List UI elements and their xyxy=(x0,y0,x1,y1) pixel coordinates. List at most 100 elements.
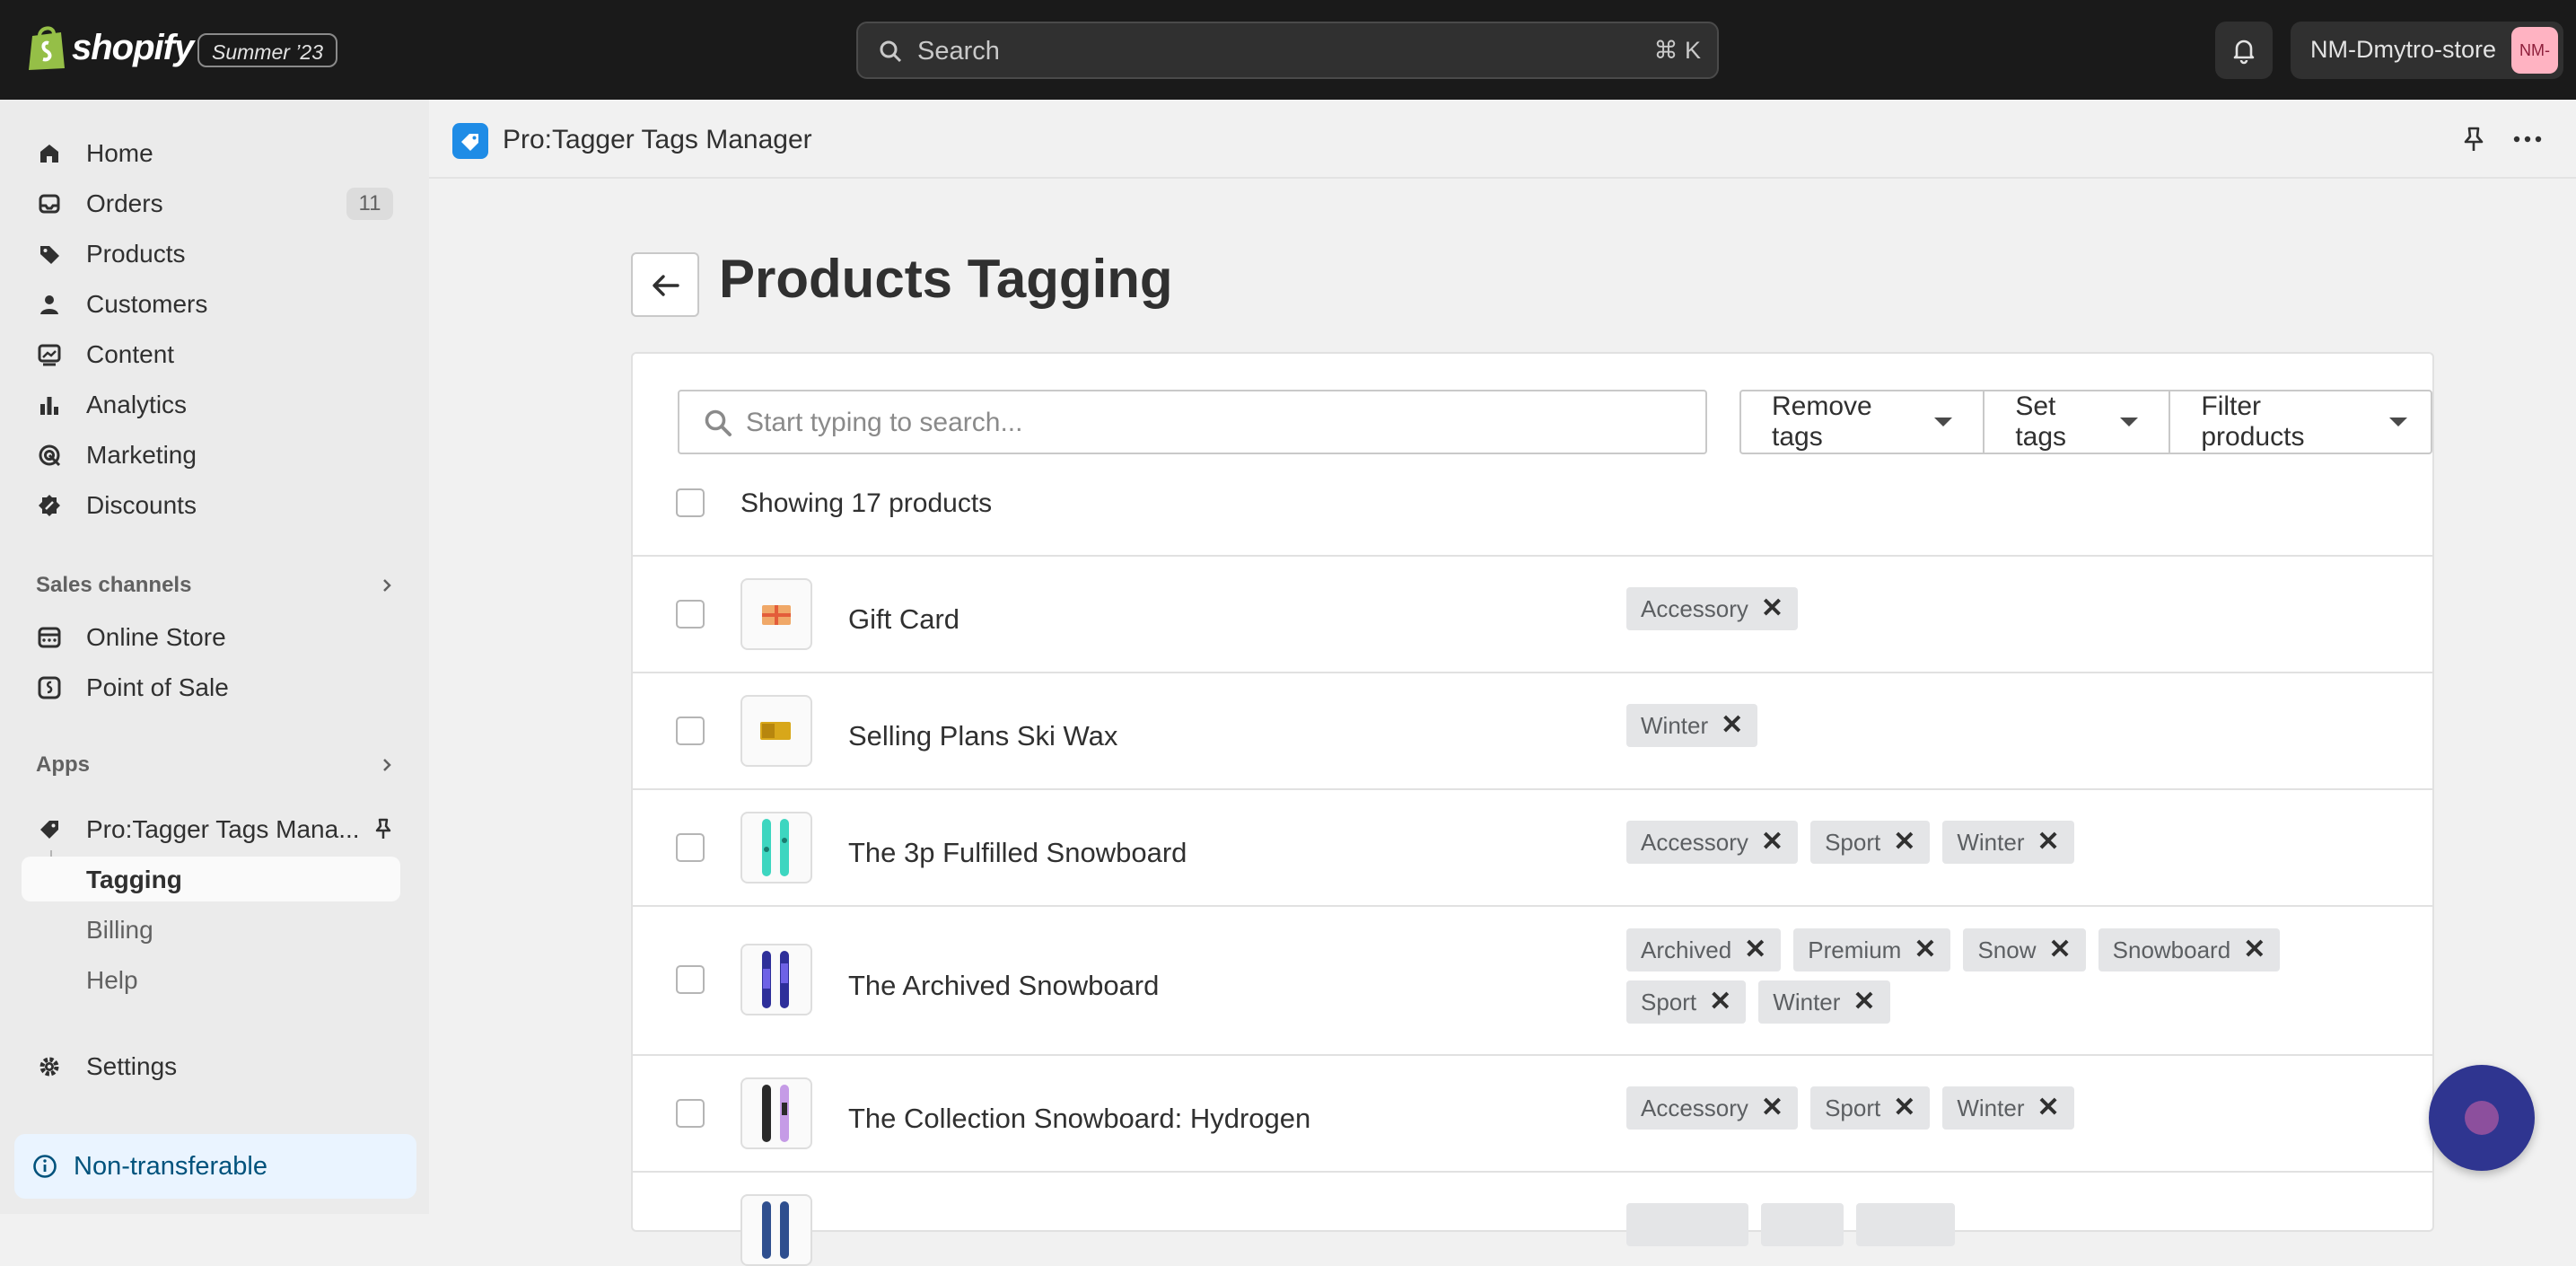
sidebar-item-point-of-sale[interactable]: Point of Sale xyxy=(22,664,400,709)
close-icon[interactable]: ✕ xyxy=(2049,936,2072,963)
close-icon[interactable]: ✕ xyxy=(1721,712,1743,739)
tag-label: Accessory xyxy=(1641,828,1748,856)
close-icon[interactable]: ✕ xyxy=(1893,1095,1915,1121)
chat-button[interactable] xyxy=(2429,1065,2535,1171)
product-thumbnail xyxy=(740,812,812,884)
row-checkbox[interactable] xyxy=(676,1099,705,1128)
sales-channels-heading[interactable]: Sales channels xyxy=(36,573,191,598)
global-search[interactable]: Search ⌘ K xyxy=(856,22,1719,79)
close-icon[interactable]: ✕ xyxy=(2243,936,2265,963)
avatar: NM- xyxy=(2511,27,2558,74)
tag-icon xyxy=(40,246,59,264)
pin-icon[interactable] xyxy=(2459,125,2488,154)
tag-label: Sport xyxy=(1825,1094,1881,1121)
tag-chip: Sport ✕ xyxy=(1810,821,1931,864)
tag-chip: Snow ✕ xyxy=(1963,928,2086,971)
tag-chip: Winter ✕ xyxy=(1758,980,1890,1024)
tag-chip xyxy=(1856,1203,1955,1246)
product-name[interactable]: The 3p Fulfilled Snowboard xyxy=(848,837,1187,869)
sidebar-item-customers[interactable]: Customers xyxy=(22,281,400,326)
close-icon[interactable]: ✕ xyxy=(1914,936,1936,963)
row-checkbox[interactable] xyxy=(676,600,705,629)
chevron-right-icon[interactable] xyxy=(379,757,395,773)
product-tags: Winter ✕ xyxy=(1626,704,2398,747)
back-button[interactable] xyxy=(631,252,699,317)
tag-chip: Accessory ✕ xyxy=(1626,587,1799,630)
close-icon[interactable]: ✕ xyxy=(1761,1095,1783,1121)
remove-tags-label: Remove tags xyxy=(1772,391,1872,452)
sidebar-item-label: Settings xyxy=(86,1052,178,1080)
product-search-field[interactable] xyxy=(678,390,1707,454)
close-icon[interactable]: ✕ xyxy=(1709,989,1731,1015)
tag-label: Winter xyxy=(1957,1094,2025,1121)
sidebar-item-label: Point of Sale xyxy=(86,673,229,701)
row-checkbox[interactable] xyxy=(676,833,705,862)
sidebar-item-help[interactable]: Help xyxy=(22,957,400,1002)
filter-products-button[interactable]: Filter products xyxy=(2169,391,2431,453)
product-name[interactable]: The Archived Snowboard xyxy=(848,970,1159,1002)
sidebar-item-tagging[interactable]: Tagging xyxy=(22,857,400,901)
info-icon xyxy=(33,1155,57,1178)
tag-label: Snowboard xyxy=(2112,936,2231,963)
select-all-checkbox[interactable] xyxy=(676,488,705,517)
remove-tags-button[interactable]: Remove tags xyxy=(1741,391,1983,453)
bar-chart-icon xyxy=(40,397,58,415)
sidebar-item-settings[interactable]: Settings xyxy=(22,1043,400,1088)
sidebar-item-discounts[interactable]: Discounts xyxy=(22,482,400,527)
set-tags-button[interactable]: Set tags xyxy=(1983,391,2169,453)
close-icon[interactable]: ✕ xyxy=(1853,989,1875,1015)
sidebar-item-label: Customers xyxy=(86,290,208,318)
sidebar-item-products[interactable]: Products xyxy=(22,231,400,276)
sidebar-item-marketing[interactable]: Marketing xyxy=(22,432,400,477)
store-menu-button[interactable]: NM-Dmytro-store NM- xyxy=(2291,22,2563,79)
sidebar-item-online-store[interactable]: Online Store xyxy=(22,614,400,659)
tag-chip: Winter ✕ xyxy=(1626,704,1758,747)
apps-heading[interactable]: Apps xyxy=(36,752,90,778)
chevron-right-icon[interactable] xyxy=(379,577,395,593)
close-icon[interactable]: ✕ xyxy=(1761,595,1783,622)
sidebar-item-pro-tagger[interactable]: Pro:Tagger Tags Mana... xyxy=(22,806,400,851)
sidebar-item-billing[interactable]: Billing xyxy=(22,907,400,952)
product-tags: Accessory ✕ Sport ✕ Winter ✕ xyxy=(1626,1086,2398,1130)
sidebar-item-label: Analytics xyxy=(86,391,188,418)
edition-badge[interactable]: Summer ’23 xyxy=(197,33,337,67)
pos-icon xyxy=(38,676,61,699)
tag-chip xyxy=(1626,1203,1748,1246)
sidebar-item-home[interactable]: Home xyxy=(22,130,400,175)
close-icon[interactable]: ✕ xyxy=(1761,829,1783,856)
tag-label: Premium xyxy=(1808,936,1902,963)
notifications-button[interactable] xyxy=(2215,22,2273,79)
row-divider xyxy=(633,788,2432,790)
close-icon[interactable]: ✕ xyxy=(1893,829,1915,856)
notice-label: Non-transferable xyxy=(74,1152,267,1181)
product-tags: Accessory ✕ xyxy=(1626,587,2398,630)
close-icon[interactable]: ✕ xyxy=(2037,829,2059,856)
non-transferable-notice[interactable]: Non-transferable xyxy=(14,1134,416,1199)
tag-label: Snow xyxy=(1977,936,2037,963)
product-name[interactable]: Gift Card xyxy=(848,603,959,636)
product-search-input[interactable] xyxy=(744,402,1681,444)
sidebar-item-orders[interactable]: Orders 11 xyxy=(22,180,400,225)
row-checkbox[interactable] xyxy=(676,965,705,994)
sidebar: Home Orders 11 Products Customers Conten… xyxy=(0,100,429,1214)
product-thumbnail xyxy=(740,578,812,650)
sidebar-item-label: Products xyxy=(86,240,186,268)
sidebar-item-content[interactable]: Content xyxy=(22,331,400,376)
pin-icon[interactable] xyxy=(372,817,395,840)
close-icon[interactable]: ✕ xyxy=(2037,1095,2059,1121)
product-name[interactable]: Selling Plans Ski Wax xyxy=(848,720,1117,752)
shopify-logo[interactable]: shopify xyxy=(27,23,194,72)
row-checkbox[interactable] xyxy=(676,717,705,745)
gear-icon xyxy=(39,1057,59,1077)
page-title: Products Tagging xyxy=(719,249,1173,309)
image-icon xyxy=(38,344,61,366)
product-tags xyxy=(1626,1203,1955,1246)
tag-chip xyxy=(1761,1203,1844,1246)
row-divider xyxy=(633,1171,2432,1173)
tag-chip: Accessory ✕ xyxy=(1626,821,1799,864)
sidebar-item-analytics[interactable]: Analytics xyxy=(22,382,400,426)
shopify-bag-icon xyxy=(29,26,65,70)
product-name[interactable]: The Collection Snowboard: Hydrogen xyxy=(848,1103,1310,1135)
close-icon[interactable]: ✕ xyxy=(1744,936,1766,963)
more-options-icon[interactable] xyxy=(2510,125,2545,154)
